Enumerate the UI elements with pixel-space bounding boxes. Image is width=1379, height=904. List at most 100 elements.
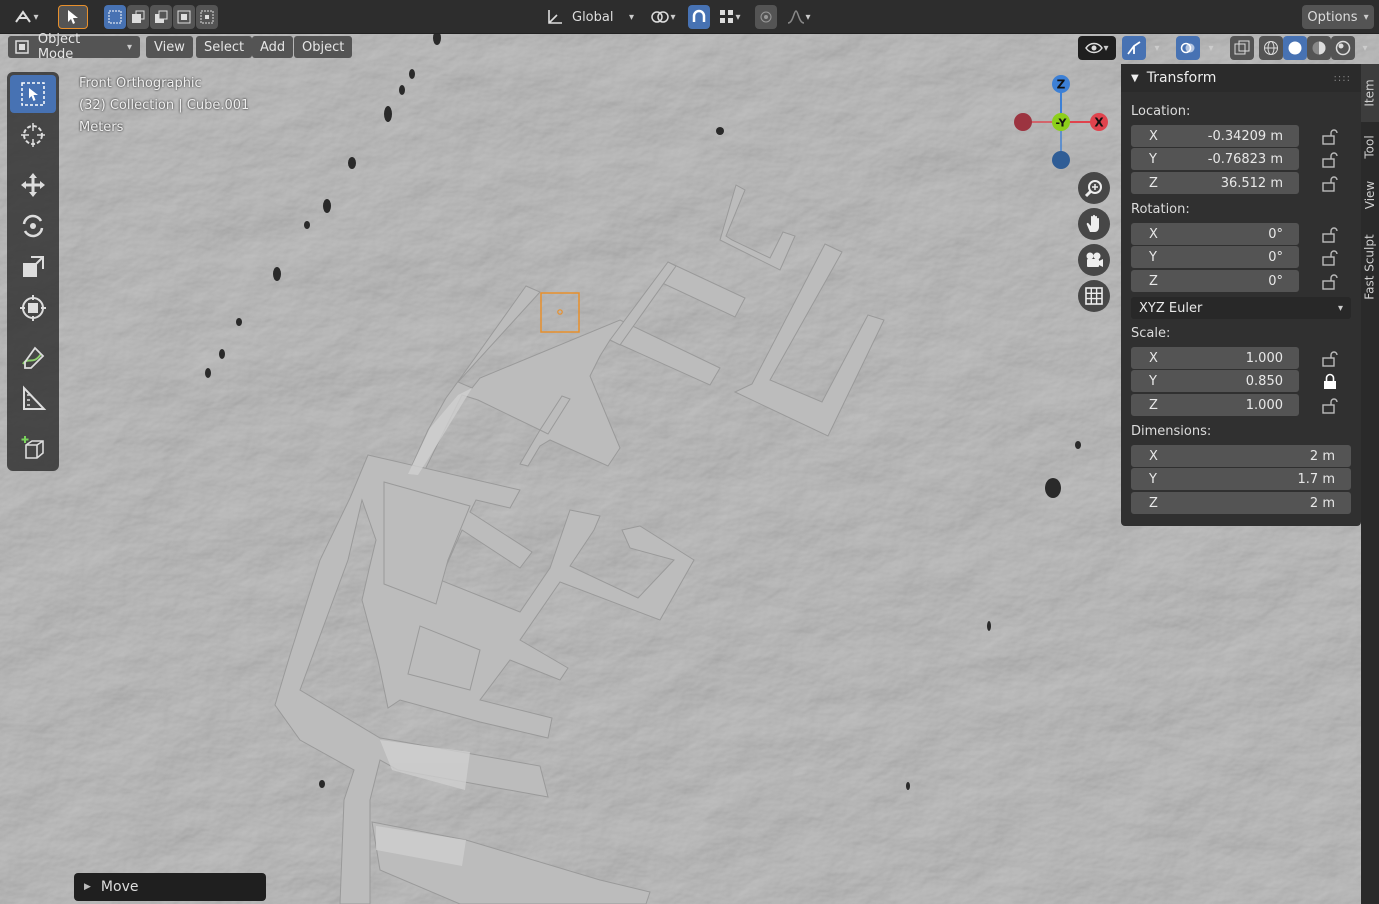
transform-orientation-dropdown[interactable]: Global ▾ (540, 5, 638, 29)
unlock-icon[interactable] (1321, 273, 1339, 291)
unlock-icon[interactable] (1321, 128, 1339, 146)
unlock-icon[interactable] (1321, 226, 1339, 244)
options-dropdown[interactable]: Options ▾ (1302, 5, 1374, 29)
mode-dropdown[interactable]: Object Mode ▾ (8, 32, 140, 62)
transform-orientation-icon (548, 10, 562, 24)
field-value: 1.000 (1245, 397, 1283, 413)
overlay-dropdown[interactable]: ▾ (1201, 36, 1221, 60)
rotation-x-field[interactable]: X 0° (1131, 223, 1299, 245)
select-tool-button[interactable] (58, 5, 88, 29)
pivot-point-dropdown[interactable]: ▾ (645, 5, 681, 29)
unlock-icon[interactable] (1321, 175, 1339, 193)
navigation-gizmo[interactable]: Z X -Y (1010, 72, 1114, 172)
gizmo-toggle[interactable] (1122, 36, 1146, 60)
cursor-tool[interactable] (10, 116, 56, 154)
menu-add[interactable]: Add (252, 36, 294, 58)
xray-icon (1234, 40, 1250, 55)
last-operator-panel[interactable]: ▶ Move (74, 873, 266, 901)
mode-label: Object Mode (37, 32, 81, 62)
viewport-info: Front Orthographic (32) Collection | Cub… (79, 73, 249, 139)
transform-tool[interactable] (10, 289, 56, 327)
axis-label: Y (1149, 151, 1157, 167)
select-mode-invert[interactable] (173, 5, 195, 29)
location-x-field[interactable]: X -0.34209 m (1131, 125, 1299, 147)
toggle-perspective-button[interactable] (1078, 280, 1110, 312)
gizmo-icon (1127, 41, 1141, 55)
collection-info: (32) Collection | Cube.001 (79, 98, 250, 113)
axis-label: X (1149, 350, 1158, 366)
tab-view[interactable]: View (1361, 172, 1379, 218)
select-mode-intersect[interactable] (196, 5, 218, 29)
visibility-dropdown[interactable]: ▾ (1078, 36, 1116, 60)
orientation-label: Global (572, 9, 614, 25)
select-mode-subtract[interactable] (150, 5, 172, 29)
grid-icon (1085, 287, 1103, 305)
unlock-icon[interactable] (1321, 249, 1339, 267)
tab-tool[interactable]: Tool (1361, 124, 1379, 170)
dimensions-y-field[interactable]: Y 1.7 m (1131, 468, 1351, 490)
scale-z-field[interactable]: Z 1.000 (1131, 394, 1299, 416)
visibility-icon (1085, 42, 1104, 54)
field-value: -0.76823 m (1207, 151, 1283, 167)
location-y-field[interactable]: Y -0.76823 m (1131, 148, 1299, 170)
camera-view-button[interactable] (1078, 244, 1110, 276)
rotate-tool[interactable] (10, 207, 56, 245)
unlock-icon[interactable] (1321, 151, 1339, 169)
last-operator-label: Move (100, 879, 139, 895)
select-mode-extend[interactable] (127, 5, 149, 29)
transform-panel-header[interactable]: ▼ Transform :::: (1121, 64, 1361, 92)
dimensions-x-field[interactable]: X 2 m (1131, 445, 1351, 467)
move-tool[interactable] (10, 166, 56, 204)
scale-y-field[interactable]: Y 0.850 (1131, 370, 1299, 392)
camera-icon (1086, 252, 1103, 267)
rotation-y-field[interactable]: Y 0° (1131, 246, 1299, 268)
annotate-tool[interactable] (10, 339, 56, 377)
rotation-mode-dropdown[interactable]: XYZ Euler ▾ (1131, 297, 1351, 319)
gizmo-dropdown[interactable]: ▾ (1147, 36, 1167, 60)
select-box-tool[interactable] (10, 75, 56, 113)
transform-tool-icon (20, 295, 46, 321)
sidebar-panel: ▼ Transform :::: Location: X -0.34209 m Y… (1121, 64, 1361, 526)
proportional-edit-icon (760, 11, 772, 23)
pan-button[interactable] (1078, 208, 1110, 240)
rotation-z-field[interactable]: Z 0° (1131, 270, 1299, 292)
tab-fast-sculpt[interactable]: Fast Sculpt (1361, 224, 1379, 310)
zoom-button[interactable] (1078, 172, 1110, 204)
expand-arrow-icon: ▶ (84, 882, 91, 892)
unlock-icon[interactable] (1321, 397, 1339, 415)
snap-toggle[interactable] (688, 5, 710, 29)
unlock-icon[interactable] (1321, 350, 1339, 368)
proportional-falloff-dropdown[interactable]: ▾ (782, 5, 816, 29)
add-cube-tool-icon (21, 436, 44, 459)
xray-toggle[interactable] (1230, 36, 1254, 60)
snap-target-dropdown[interactable]: ▾ (712, 5, 748, 29)
solid-shading-button[interactable] (1283, 36, 1307, 60)
measure-tool-icon (23, 385, 47, 410)
tab-item[interactable]: Item (1361, 64, 1379, 122)
location-z-field[interactable]: Z 36.512 m (1131, 172, 1299, 194)
dimensions-z-field[interactable]: Z 2 m (1131, 492, 1351, 514)
pan-hand-icon (1086, 214, 1099, 232)
shading-dropdown[interactable]: ▾ (1355, 36, 1375, 60)
menu-object[interactable]: Object (294, 36, 353, 58)
dimensions-label: Dimensions: (1131, 424, 1212, 439)
proportional-edit-toggle[interactable] (755, 5, 777, 29)
add-cube-tool[interactable] (10, 430, 56, 468)
field-value: 1.000 (1245, 350, 1283, 366)
gizmo-y-label: -Y (1056, 117, 1068, 130)
scale-tool[interactable] (10, 248, 56, 286)
rendered-shading-button[interactable] (1331, 36, 1355, 60)
editor-type-menu[interactable]: ▾ (6, 5, 46, 29)
wireframe-shading-icon (1264, 41, 1278, 55)
scale-x-field[interactable]: X 1.000 (1131, 347, 1299, 369)
menu-select[interactable]: Select (196, 36, 253, 58)
measure-tool[interactable] (10, 380, 56, 418)
drag-handle-icon[interactable]: :::: (1334, 73, 1351, 84)
lock-icon[interactable] (1321, 373, 1339, 391)
select-mode-new[interactable] (104, 5, 126, 29)
menu-view[interactable]: View (146, 36, 193, 58)
wireframe-shading-button[interactable] (1259, 36, 1283, 60)
axis-label: Z (1149, 495, 1158, 511)
material-shading-button[interactable] (1307, 36, 1331, 60)
overlay-toggle[interactable] (1176, 36, 1200, 60)
